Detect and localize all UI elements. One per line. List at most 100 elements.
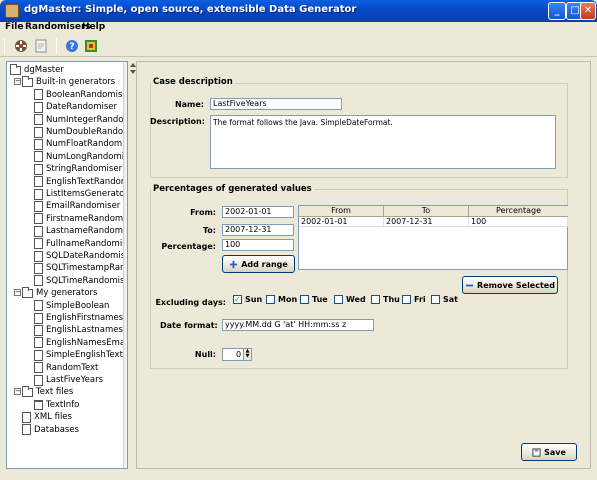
panel-splitter[interactable] xyxy=(129,61,136,469)
tree-expand-toggle[interactable]: − xyxy=(14,388,21,396)
checkbox-box[interactable] xyxy=(402,295,411,304)
tree-item-label: RandomText xyxy=(46,362,99,373)
tree-folder-text-files[interactable]: Text files xyxy=(22,385,73,398)
tree-item-builtin[interactable]: EnglishTextRandomi xyxy=(34,176,127,188)
null-spinner-arrows[interactable]: ▲ ▼ xyxy=(243,349,251,360)
description-textarea[interactable]: The format follows the Java. SimpleDateF… xyxy=(210,115,556,169)
checkbox-label: Sun xyxy=(245,295,263,304)
table-header-to[interactable]: To xyxy=(384,206,469,217)
generator-icon xyxy=(34,300,43,312)
to-input[interactable]: 2007-12-31 xyxy=(222,224,294,236)
tree-item-builtin[interactable]: FirstnameRandomise xyxy=(34,213,127,225)
tree-item-label: Built-in generators xyxy=(36,77,116,88)
case-description-legend: Case description xyxy=(151,77,235,87)
tree-item-label: dgMaster xyxy=(24,65,64,75)
generator-icon xyxy=(34,337,43,349)
tree-item-my-generator[interactable]: SimpleBoolean xyxy=(34,300,109,312)
tree-folder-builtin[interactable]: Built-in generators xyxy=(22,75,116,88)
ranges-table[interactable]: From To Percentage 2002-01-01 2007-12-31… xyxy=(298,205,568,270)
add-range-button[interactable]: Add range xyxy=(222,255,295,273)
tree-item-builtin[interactable]: StringRandomiser xyxy=(34,163,122,175)
menu-help[interactable]: Help xyxy=(82,22,105,32)
help-icon[interactable]: ? xyxy=(63,37,81,55)
checkbox-thu[interactable]: Thu xyxy=(371,295,400,304)
tree-item-builtin[interactable]: NumFloatRandomise xyxy=(34,138,127,150)
minimize-button[interactable]: _ xyxy=(548,2,566,20)
tree-item-my-generator[interactable]: SimpleEnglishText xyxy=(34,349,123,361)
checkbox-fri[interactable]: Fri xyxy=(402,295,426,304)
tree-item-builtin[interactable]: SQLTimestampRand xyxy=(34,262,127,274)
name-input[interactable]: LastFiveYears xyxy=(210,98,342,110)
tree-item-label: EnglishFirstnames xyxy=(46,313,124,323)
checkbox-box[interactable] xyxy=(300,295,309,304)
tree-folder-my-generators[interactable]: My generators xyxy=(22,286,97,299)
tree-item-builtin[interactable]: SQLTimeRandomise xyxy=(34,275,127,287)
generator-icon xyxy=(34,374,43,386)
tree-item-builtin[interactable]: NumDoubleRandomi xyxy=(34,126,127,138)
close-button[interactable]: ✕ xyxy=(580,2,596,20)
tree-item-my-generator[interactable]: EnglishLastnames xyxy=(34,324,123,336)
table-cell-from[interactable]: 2002-01-01 xyxy=(299,217,384,227)
menu-randomisers[interactable]: Randomisers xyxy=(25,22,91,32)
generator-tree[interactable]: dgMaster − Built-in generators BooleanRando… xyxy=(6,61,128,469)
checkbox-mon[interactable]: Mon xyxy=(266,295,297,304)
open-generator-icon[interactable] xyxy=(12,37,30,55)
tree-item-label: NumLongRandomise xyxy=(46,151,128,162)
tree-scrollbar[interactable] xyxy=(123,62,127,468)
tree-folder-databases[interactable]: Databases xyxy=(22,424,79,436)
tree-item-my-generator[interactable]: LastFiveYears xyxy=(34,374,103,386)
tree-item-builtin[interactable]: FullnameRandomise xyxy=(34,238,128,250)
tree-item-builtin[interactable]: NumIntegerRandomise xyxy=(34,114,127,126)
checkbox-wed[interactable]: Wed xyxy=(334,295,366,304)
tree-item-text-file[interactable]: TextInfo xyxy=(34,399,79,411)
tree-item-label: EmailRandomiser xyxy=(46,201,121,212)
tree-item-my-generator[interactable]: EnglishNamesEmail xyxy=(34,337,127,349)
table-header-percentage[interactable]: Percentage xyxy=(469,206,568,217)
date-format-input[interactable]: yyyy.MM.dd G 'at' HH:mm:ss z xyxy=(222,319,374,331)
tree-item-builtin[interactable]: ListItemsGenerator xyxy=(34,188,127,200)
checkbox-box[interactable]: ✓ xyxy=(233,295,242,304)
table-header-from[interactable]: From xyxy=(299,206,384,217)
tree-item-builtin[interactable]: DateRandomiser xyxy=(34,101,117,113)
description-label: Description: xyxy=(150,117,205,126)
tree-item-builtin[interactable]: SQLDateRandomise xyxy=(34,250,127,262)
tree-expand-toggle[interactable]: − xyxy=(14,289,21,297)
tree-item-builtin[interactable]: BooleanRandomiser xyxy=(34,89,127,101)
checkbox-sun[interactable]: ✓ Sun xyxy=(233,295,262,304)
tree-item-label: FullnameRandomise xyxy=(46,238,128,249)
checkbox-box[interactable] xyxy=(334,295,343,304)
tree-expand-toggle[interactable]: − xyxy=(14,78,21,86)
new-document-icon[interactable] xyxy=(32,37,50,55)
add-icon xyxy=(230,260,238,268)
tree-item-my-generator[interactable]: EnglishFirstnames xyxy=(34,312,123,324)
tree-root[interactable]: dgMaster xyxy=(10,63,64,76)
generator-icon xyxy=(34,238,43,250)
svg-text:?: ? xyxy=(69,42,74,52)
tree-item-label: NumIntegerRandomise xyxy=(46,114,127,125)
null-spinner[interactable]: 0 ▲ ▼ xyxy=(222,348,252,361)
remove-selected-button[interactable]: Remove Selected xyxy=(462,276,558,294)
tree-folder-xml-files[interactable]: XML files xyxy=(22,411,72,423)
table-cell-to[interactable]: 2007-12-31 xyxy=(384,217,469,227)
menu-file[interactable]: File xyxy=(5,22,23,32)
tree-item-builtin[interactable]: EmailRandomiser xyxy=(34,200,120,212)
table-cell-percentage[interactable]: 100 xyxy=(469,217,568,227)
checkbox-box[interactable] xyxy=(266,295,275,304)
tree-item-builtin[interactable]: LastnameRandomise xyxy=(34,225,127,237)
generator-icon xyxy=(34,262,43,274)
percentage-input[interactable]: 100 xyxy=(222,239,294,251)
generator-icon xyxy=(34,101,43,113)
tree-item-my-generator[interactable]: RandomText xyxy=(34,362,98,374)
percentage-label: Percentage: xyxy=(161,242,216,251)
from-input[interactable]: 2002-01-01 xyxy=(222,206,294,218)
remove-selected-label: Remove Selected xyxy=(477,280,555,290)
checkbox-tue[interactable]: Tue xyxy=(300,295,328,304)
checkbox-box[interactable] xyxy=(431,295,440,304)
generator-icon xyxy=(22,411,31,423)
tree-item-builtin[interactable]: NumLongRandomise xyxy=(34,151,128,163)
window-title: dgMaster: Simple, open source, extensibl… xyxy=(24,4,357,15)
about-icon[interactable] xyxy=(82,37,100,55)
checkbox-box[interactable] xyxy=(371,295,380,304)
checkbox-sat[interactable]: Sat xyxy=(431,295,458,304)
save-button[interactable]: Save xyxy=(521,443,577,461)
